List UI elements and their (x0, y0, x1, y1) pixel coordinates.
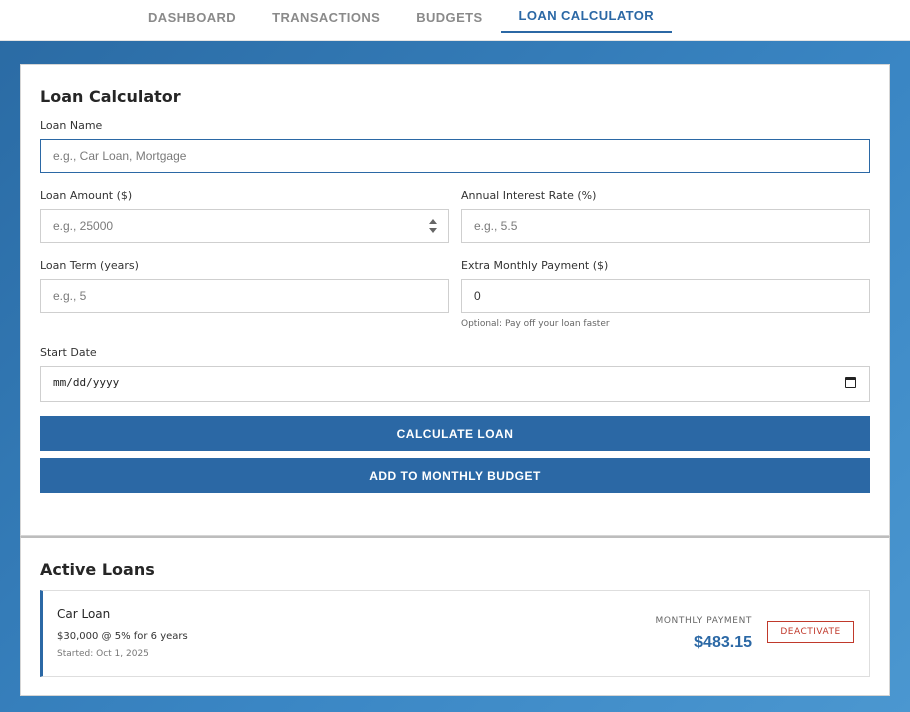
start-date-value: mm/dd/yyyy (53, 376, 120, 389)
loan-amount-field: Loan Amount ($) (40, 189, 449, 243)
deactivate-button[interactable]: DEACTIVATE (767, 621, 854, 643)
number-spinner-icon[interactable] (429, 219, 437, 233)
top-navigation: DASHBOARD TRANSACTIONS BUDGETS LOAN CALC… (0, 0, 910, 41)
calendar-icon[interactable] (845, 377, 856, 388)
loan-item-start-date: Started: Oct 1, 2025 (57, 649, 149, 659)
extra-payment-label: Extra Monthly Payment ($) (461, 259, 609, 272)
loan-name-field: Loan Name (40, 119, 870, 173)
extra-payment-input[interactable] (461, 279, 870, 313)
tab-dashboard[interactable]: DASHBOARD (130, 0, 254, 34)
monthly-payment-label: MONTHLY PAYMENT (655, 616, 752, 626)
active-loans-title: Active Loans (40, 560, 155, 579)
interest-rate-input[interactable] (461, 209, 870, 243)
list-item: Car Loan $30,000 @ 5% for 6 years Starte… (40, 590, 870, 677)
loan-term-label: Loan Term (years) (40, 259, 139, 272)
loan-term-field: Loan Term (years) (40, 259, 449, 313)
tab-transactions[interactable]: TRANSACTIONS (254, 0, 398, 34)
start-date-input[interactable] (40, 366, 870, 402)
loan-name-label: Loan Name (40, 119, 103, 132)
loan-item-name: Car Loan (57, 607, 111, 621)
start-date-label: Start Date (40, 346, 97, 359)
tab-loan-calculator[interactable]: LOAN CALCULATOR (500, 0, 673, 33)
add-to-budget-button[interactable]: ADD TO MONTHLY BUDGET (40, 458, 870, 493)
extra-payment-hint: Optional: Pay off your loan faster (461, 319, 610, 329)
loan-term-input[interactable] (40, 279, 449, 313)
loan-amount-input[interactable] (40, 209, 449, 243)
loan-name-input[interactable] (40, 139, 870, 173)
monthly-payment-value: $483.15 (694, 634, 752, 651)
interest-rate-label: Annual Interest Rate (%) (461, 189, 597, 202)
loan-calculator-card: Loan Calculator Loan Name Loan Amount ($… (20, 64, 890, 536)
tab-budgets[interactable]: BUDGETS (398, 0, 500, 34)
active-loans-card: Active Loans Car Loan $30,000 @ 5% for 6… (20, 536, 890, 696)
calculate-loan-button[interactable]: CALCULATE LOAN (40, 416, 870, 451)
loan-item-terms: $30,000 @ 5% for 6 years (57, 631, 188, 642)
loan-amount-label: Loan Amount ($) (40, 189, 133, 202)
start-date-field: Start Date mm/dd/yyyy (40, 346, 870, 402)
calculator-title: Loan Calculator (40, 87, 181, 106)
interest-rate-field: Annual Interest Rate (%) (461, 189, 870, 243)
extra-payment-field: Extra Monthly Payment ($) Optional: Pay … (461, 259, 870, 329)
